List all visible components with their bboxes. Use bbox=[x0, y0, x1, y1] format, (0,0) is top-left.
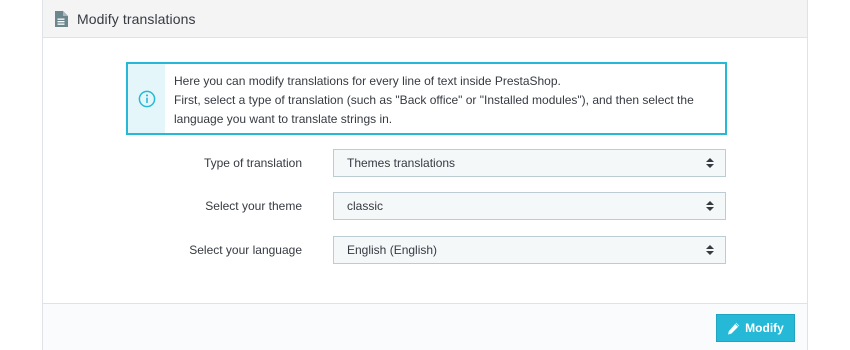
theme-select-value: classic bbox=[347, 199, 384, 213]
info-text: Here you can modify translations for eve… bbox=[165, 64, 704, 133]
form-row-language: Select your language English (English) bbox=[43, 236, 807, 264]
info-line-2: First, select a type of translation (suc… bbox=[174, 93, 694, 107]
sort-caret-icon bbox=[706, 245, 714, 255]
language-select[interactable]: English (English) bbox=[333, 236, 726, 264]
type-select-value: Themes translations bbox=[347, 156, 456, 170]
theme-select[interactable]: classic bbox=[333, 192, 726, 220]
modify-button[interactable]: Modify bbox=[716, 314, 795, 342]
document-icon bbox=[55, 10, 68, 27]
info-alert: Here you can modify translations for eve… bbox=[126, 62, 727, 135]
form-row-type: Type of translation Themes translations bbox=[43, 149, 807, 177]
panel-footer: Modify bbox=[43, 303, 807, 350]
info-icon-column bbox=[128, 64, 165, 133]
panel-header: Modify translations bbox=[43, 0, 807, 38]
type-label: Type of translation bbox=[203, 156, 302, 170]
translations-panel: Modify translations Here you can modify … bbox=[42, 0, 808, 350]
info-line-1: Here you can modify translations for eve… bbox=[174, 74, 561, 88]
sort-caret-icon bbox=[706, 158, 714, 168]
language-label: Select your language bbox=[189, 243, 302, 257]
info-circle-icon bbox=[138, 90, 155, 107]
modify-button-label: Modify bbox=[745, 321, 784, 335]
form-row-theme: Select your theme classic bbox=[43, 192, 807, 220]
language-select-value: English (English) bbox=[347, 243, 438, 257]
sort-caret-icon bbox=[706, 201, 714, 211]
pencil-icon bbox=[728, 322, 740, 334]
type-select[interactable]: Themes translations bbox=[333, 149, 726, 177]
theme-label: Select your theme bbox=[205, 199, 302, 213]
panel-title: Modify translations bbox=[77, 10, 196, 27]
info-line-3: language you want to translate strings i… bbox=[174, 112, 393, 126]
